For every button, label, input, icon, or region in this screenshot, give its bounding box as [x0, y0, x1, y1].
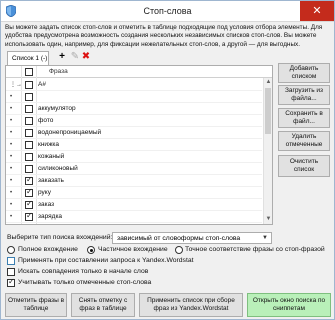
apply-wordstat-button[interactable]: Применить список при сборе фраз из Yande…: [139, 293, 243, 317]
table-row[interactable]: • фото: [6, 115, 262, 127]
table-header: Фраза: [6, 66, 272, 78]
search-type-select[interactable]: зависимый от словоформы стоп-слова ▼: [112, 232, 272, 244]
table-row[interactable]: • аккумулятор: [6, 103, 262, 115]
row-checkbox[interactable]: [25, 129, 33, 137]
row-marker-icon: •: [10, 130, 13, 136]
row-marker-icon: •: [10, 154, 13, 160]
row-marker-icon: ⋮→: [10, 82, 22, 88]
row-checkbox[interactable]: [25, 175, 33, 185]
row-marker-icon: •: [10, 166, 13, 172]
stop-words-window: Стоп-слова ✕ Вы можете задать список сто…: [0, 0, 335, 320]
table-row[interactable]: • заказать: [6, 175, 262, 187]
select-all-checkbox[interactable]: [25, 68, 33, 76]
tab-label: Список 1 (-): [12, 55, 48, 62]
row-checkbox[interactable]: [25, 81, 33, 89]
add-list-icon[interactable]: +: [57, 52, 67, 62]
column-header-phrase: Фраза: [49, 68, 68, 75]
table-row[interactable]: • зарядка: [6, 211, 262, 223]
radio-partial-match-label: Частичное вхождение: [98, 246, 168, 253]
table-row[interactable]: •: [6, 91, 262, 103]
radio-exact-match-label: Точное соответствие фразы со стоп-фразой: [185, 246, 325, 253]
table-row[interactable]: • заказ: [6, 199, 262, 211]
row-checkbox[interactable]: [25, 165, 33, 173]
row-checkbox[interactable]: [25, 117, 33, 125]
word-start-label: Искать совпадения только в начале слов: [18, 268, 149, 275]
search-type-value: зависимый от словоформы стоп-слова: [117, 235, 241, 242]
row-checkbox[interactable]: [25, 187, 33, 197]
radio-exact-match[interactable]: [175, 246, 183, 254]
table-row[interactable]: • силиконовый: [6, 163, 262, 175]
phrase-cell: водонепроницаемый: [38, 129, 102, 136]
row-marker-icon: •: [10, 202, 13, 208]
scroll-up-icon[interactable]: ▲: [264, 78, 272, 87]
row-marker-icon: •: [10, 94, 13, 100]
radio-full-match[interactable]: [7, 246, 15, 254]
row-marker-icon: •: [10, 214, 13, 220]
row-marker-icon: •: [10, 190, 13, 196]
phrase-cell: кожаный: [38, 153, 65, 160]
row-checkbox[interactable]: [25, 199, 33, 209]
close-button[interactable]: ✕: [300, 1, 334, 21]
word-start-checkbox[interactable]: [7, 268, 15, 276]
row-marker-icon: •: [10, 118, 13, 124]
phrase-cell: руку: [38, 189, 51, 196]
open-snippets-search-button[interactable]: Открыть окно поиска по сниппетам: [247, 293, 331, 317]
phrase-cell: зарядка: [38, 213, 63, 220]
row-checkbox[interactable]: [25, 93, 33, 101]
radio-full-match-label: Полное вхождение: [18, 246, 78, 253]
phrase-cell: А#: [38, 81, 46, 88]
stop-words-table: Фраза ⋮→ А# • • аккумулятор • фото • водонепрони…: [5, 65, 273, 225]
search-type-label: Выберите тип поиска вхождений:: [7, 234, 113, 241]
tab-list-1[interactable]: Список 1 (-): [7, 51, 49, 65]
title-bar: Стоп-слова ✕: [1, 1, 334, 22]
unmark-phrases-button[interactable]: Снять отметку с фраз в таблице: [71, 293, 135, 317]
phrase-cell: аккумулятор: [38, 105, 76, 112]
delete-checked-button[interactable]: Удалить отмеченные: [278, 131, 330, 151]
row-marker-icon: •: [10, 178, 13, 184]
table-row[interactable]: • руку: [6, 187, 262, 199]
table-row[interactable]: ⋮→ А#: [6, 79, 262, 91]
vertical-scrollbar[interactable]: ▲ ▼: [263, 78, 272, 224]
apply-wordstat-checkbox[interactable]: [7, 257, 15, 265]
phrase-cell: заказать: [38, 177, 64, 184]
checked-only-checkbox[interactable]: [7, 277, 15, 287]
description-text: Вы можете задать список стоп-слов и отме…: [5, 24, 323, 48]
load-from-file-button[interactable]: Загрузить из файла...: [278, 85, 330, 105]
phrase-cell: силиконовый: [38, 165, 78, 172]
table-row[interactable]: • водонепроницаемый: [6, 127, 262, 139]
apply-wordstat-label: Применять при составлении запроса к Yand…: [18, 257, 194, 264]
edit-list-icon[interactable]: ✎: [70, 52, 80, 62]
phrase-cell: книжка: [38, 141, 60, 148]
radio-partial-match[interactable]: [87, 246, 95, 254]
checked-only-label: Учитывать только отмеченные стоп-слова: [18, 279, 152, 286]
delete-list-icon[interactable]: ✖: [81, 52, 91, 62]
table-row[interactable]: • кожаный: [6, 151, 262, 163]
scroll-thumb[interactable]: [265, 88, 271, 134]
phrase-cell: фото: [38, 117, 54, 124]
row-checkbox[interactable]: [25, 211, 33, 221]
table-row[interactable]: • книжка: [6, 139, 262, 151]
row-marker-icon: •: [10, 142, 13, 148]
row-checkbox[interactable]: [25, 105, 33, 113]
row-checkbox[interactable]: [25, 153, 33, 161]
chevron-down-icon: ▼: [262, 235, 268, 241]
scroll-down-icon[interactable]: ▼: [264, 215, 272, 224]
window-title: Стоп-слова: [143, 6, 192, 16]
phrase-cell: заказ: [38, 201, 55, 208]
mark-phrases-button[interactable]: Отметить фразы в таблице: [5, 293, 67, 317]
add-list-button[interactable]: Добавить списком: [278, 63, 330, 83]
row-checkbox[interactable]: [25, 141, 33, 149]
row-marker-icon: •: [10, 106, 13, 112]
clear-list-button[interactable]: Очистить список: [278, 155, 330, 177]
save-to-file-button[interactable]: Сохранить в файл...: [278, 108, 330, 128]
